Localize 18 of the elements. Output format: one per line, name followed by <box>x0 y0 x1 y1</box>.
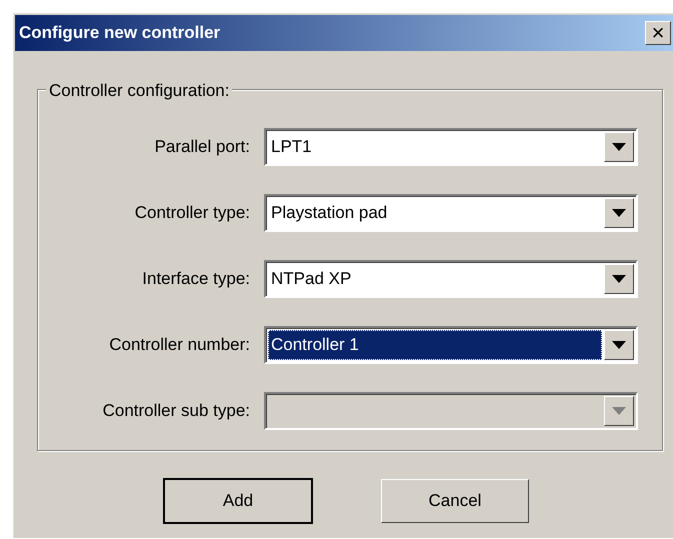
dialog-button[interactable]: Cancel <box>381 479 529 523</box>
dropdown-field[interactable]: Playstation pad <box>264 194 638 232</box>
dropdown-field[interactable]: Controller 1 <box>264 326 638 364</box>
dropdown-arrow-icon <box>612 407 626 415</box>
dialog-button[interactable]: Add <box>164 479 312 523</box>
window-title: Configure new controller <box>19 22 220 44</box>
field-label: Interface type: <box>141 268 251 290</box>
field-label: Controller sub type: <box>102 400 251 422</box>
field-label: Controller number: <box>108 334 251 356</box>
field-label: Controller type: <box>134 202 251 224</box>
dropdown-arrow-icon <box>612 209 626 217</box>
dropdown-field[interactable]: NTPad XP <box>264 260 638 298</box>
dropdown-arrow-icon <box>612 143 626 151</box>
dropdown-arrow-icon <box>612 275 626 283</box>
close-button[interactable]: × <box>645 21 671 45</box>
dropdown-arrow-icon <box>612 341 626 349</box>
dropdown-field[interactable]: LPT1 <box>264 128 638 166</box>
field-label: Parallel port: <box>154 136 251 158</box>
